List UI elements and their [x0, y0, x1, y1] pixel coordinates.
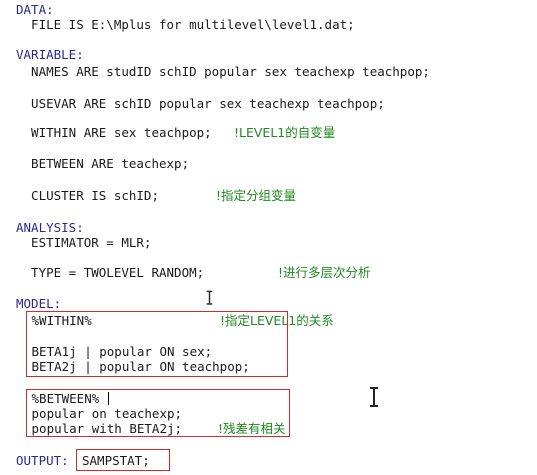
within-comment: !LEVEL1的自变量	[234, 125, 336, 140]
code-editor[interactable]: DATA: FILE IS E:\Mplus for multilevel\le…	[0, 0, 537, 475]
file-statement: FILE IS E:\Mplus for multilevel\level1.d…	[16, 17, 355, 32]
cluster-statement: CLUSTER IS schID;	[16, 188, 159, 203]
output-highlight-box	[76, 449, 170, 471]
between-highlight-box	[26, 389, 290, 437]
usevar-statement: USEVAR ARE schID popular sex teachexp te…	[16, 96, 385, 111]
type-statement: TYPE = TWOLEVEL RANDOM;	[16, 265, 205, 280]
names-statement: NAMES ARE studID schID popular sex teach…	[16, 64, 430, 79]
cluster-comment: !指定分组变量	[216, 188, 297, 203]
within-highlight-box	[26, 311, 288, 377]
within-statement: WITHIN ARE sex teachpop;	[16, 125, 212, 140]
estimator-statement: ESTIMATOR = MLR;	[16, 235, 152, 250]
type-comment: !进行多层次分析	[278, 265, 371, 280]
model-keyword: MODEL:	[16, 296, 62, 311]
analysis-keyword: ANALYSIS:	[16, 220, 84, 235]
mouse-ibeam-icon	[369, 386, 379, 408]
output-keyword: OUTPUT:	[16, 453, 69, 468]
text-cursor-icon	[206, 290, 213, 305]
variable-keyword: VARIABLE:	[16, 47, 84, 62]
data-keyword: DATA:	[16, 2, 54, 17]
between-statement: BETWEEN ARE teachexp;	[16, 156, 190, 171]
